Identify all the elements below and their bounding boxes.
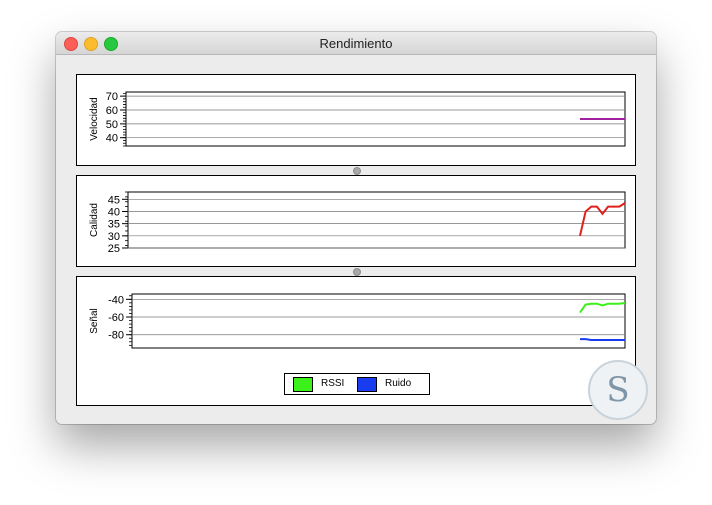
logo-letter: S (606, 370, 630, 410)
tick-label: 60 (106, 105, 118, 117)
tick-label: 40 (108, 206, 120, 218)
title-bar[interactable]: Rendimiento (56, 32, 656, 55)
tick-label: 30 (108, 231, 120, 243)
tick-label: 40 (106, 133, 118, 145)
legend-label-ruido: Ruido (385, 378, 412, 389)
tick-label: 25 (108, 243, 120, 255)
tick-label: 45 (108, 194, 120, 206)
quality-panel: 25 30 35 40 45 Calidad (76, 175, 636, 267)
tick-label: 35 (108, 219, 120, 231)
tick-label: 70 (106, 91, 118, 103)
split-handle[interactable] (353, 167, 361, 175)
tick-label: 50 (106, 119, 118, 131)
plot-area (127, 191, 626, 249)
series-line-ruido (580, 338, 625, 341)
performance-window: Rendimiento 40 50 60 70 Velocidad 25 30 35 40 45… (56, 32, 656, 424)
speed-chart: 40 50 60 70 Velocidad (89, 91, 626, 147)
y-axis-label: Señal (89, 308, 100, 334)
quality-chart: 2530354045 Calidad (89, 191, 626, 255)
signal-chart: -40 -60 -80 Señal (89, 293, 626, 349)
y-axis-label: Calidad (89, 203, 100, 237)
y-axis-label: Velocidad (89, 97, 100, 140)
signal-panel: -40 -60 -80 Señal RSSI Ruido (76, 276, 636, 406)
tick-label: -80 (108, 330, 124, 342)
tick-label: -40 (108, 294, 124, 306)
legend-label-rssi: RSSI (321, 378, 345, 389)
plot-area (131, 293, 626, 349)
chart-legend: RSSI Ruido (284, 373, 430, 395)
speed-panel: 40 50 60 70 Velocidad (76, 74, 636, 166)
logo-watermark: S (588, 360, 648, 420)
split-handle[interactable] (353, 268, 361, 276)
tick-label: -60 (108, 312, 124, 324)
legend-swatch-rssi (293, 377, 313, 392)
legend-swatch-ruido (357, 377, 377, 392)
window-title: Rendimiento (319, 36, 393, 51)
